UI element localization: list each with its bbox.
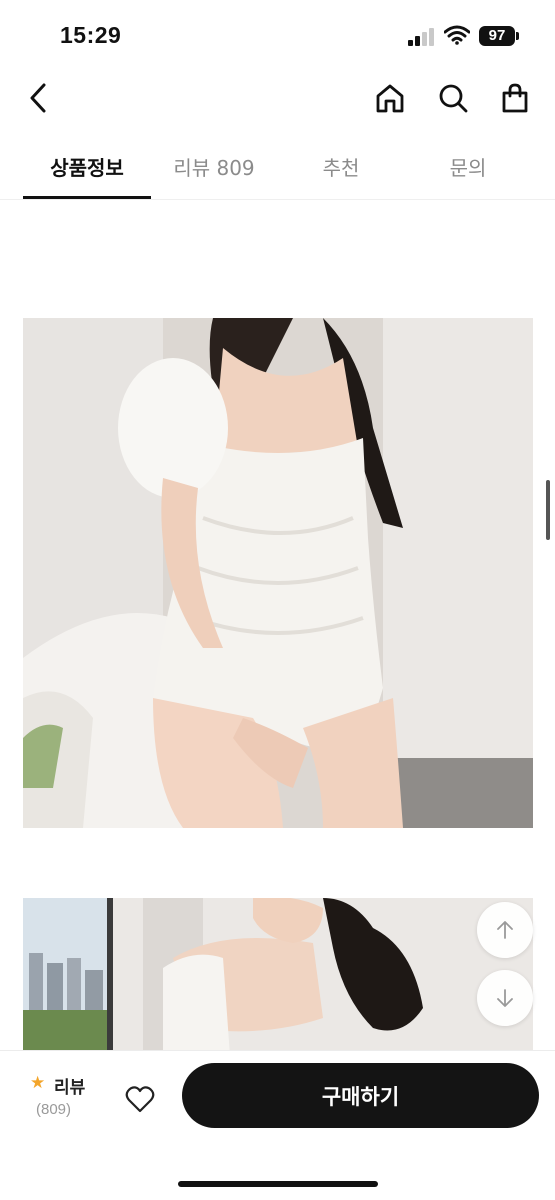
tab-bar: 상품정보 리뷰 809 추천 문의 — [0, 140, 555, 200]
status-time: 15:29 — [60, 22, 122, 48]
wifi-icon — [444, 25, 470, 45]
home-icon[interactable] — [372, 80, 408, 116]
shopping-bag-icon[interactable] — [497, 80, 533, 116]
search-icon[interactable] — [435, 80, 471, 116]
tab-active-indicator — [23, 196, 151, 199]
battery-icon: 97 — [479, 26, 515, 46]
scroll-up-button[interactable] — [477, 902, 533, 958]
bottom-action-bar: ★ 리뷰 (809) 구매하기 — [0, 1050, 555, 1200]
battery-tip — [516, 32, 519, 40]
tab-product-info[interactable]: 상품정보 — [23, 152, 151, 181]
back-icon[interactable] — [20, 80, 56, 116]
review-label[interactable]: 리뷰 — [54, 1073, 85, 1098]
heart-icon — [125, 1086, 155, 1113]
star-icon: ★ — [30, 1073, 46, 1093]
product-detail-content[interactable] — [0, 200, 555, 1050]
tab-reviews[interactable]: 리뷰 809 — [150, 152, 278, 181]
review-count[interactable]: (809) — [36, 1101, 71, 1118]
scroll-up-icon — [497, 921, 513, 939]
signal-icon — [408, 28, 436, 46]
nav-bar — [0, 70, 555, 130]
status-bar: 15:29 97 — [0, 0, 555, 70]
scroll-down-icon — [497, 989, 513, 1007]
scroll-down-button[interactable] — [477, 970, 533, 1026]
buy-button[interactable]: 구매하기 — [182, 1063, 539, 1128]
product-photo-back — [23, 898, 533, 1050]
wishlist-button[interactable] — [120, 1079, 160, 1119]
tab-inquiry[interactable]: 문의 — [404, 152, 532, 181]
scrollbar[interactable] — [546, 480, 550, 540]
tab-recommend[interactable]: 추천 — [277, 152, 405, 181]
home-indicator — [178, 1181, 378, 1187]
product-photo-front — [23, 318, 533, 828]
